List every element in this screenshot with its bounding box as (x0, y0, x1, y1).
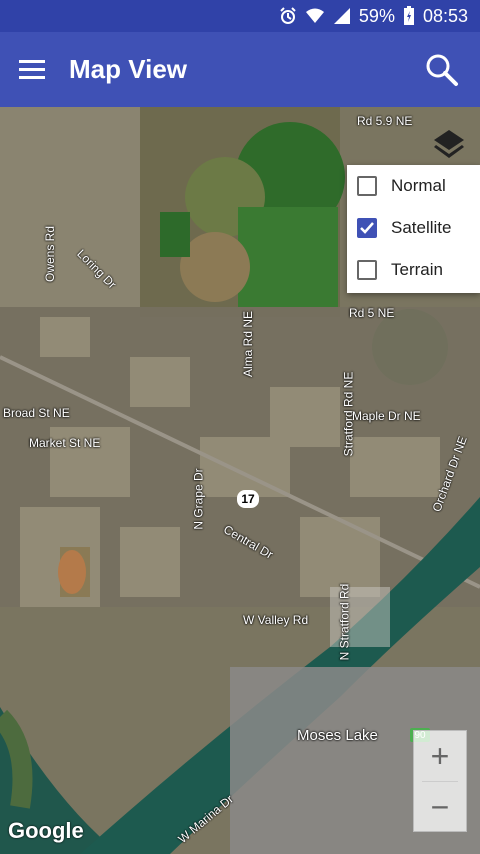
checkbox-normal[interactable] (357, 176, 377, 196)
map-label: Alma Rd NE (241, 310, 256, 378)
checkbox-terrain[interactable] (357, 260, 377, 280)
battery-icon (403, 6, 415, 26)
signal-icon (333, 7, 351, 25)
hamburger-icon (19, 59, 45, 79)
layers-button[interactable] (432, 128, 466, 162)
alarm-icon (279, 7, 297, 25)
checkmark-icon (360, 222, 374, 234)
map-label: Maple Dr NE (352, 409, 421, 423)
map-type-label: Satellite (391, 218, 452, 237)
clock: 08:53 (422, 5, 468, 26)
wifi-icon (305, 7, 325, 25)
zoom-in-button[interactable]: + (414, 731, 466, 781)
menu-button[interactable] (0, 32, 64, 107)
map-label: W Valley Rd (243, 613, 309, 627)
app-bar: Map View (0, 32, 480, 107)
zoom-out-button[interactable]: − (414, 782, 466, 832)
status-bar: 59% 08:53 (0, 0, 480, 32)
page-title: Map View (69, 54, 188, 84)
battery-percent: 59% (358, 5, 395, 26)
search-button[interactable] (422, 50, 462, 90)
map-label: N Stratford Rd (337, 583, 352, 661)
map-type-normal[interactable]: Normal (347, 165, 480, 207)
map-label: N Grape Dr (191, 468, 206, 530)
map-label: Broad St NE (3, 406, 70, 420)
map-type-terrain[interactable]: Terrain (347, 249, 480, 291)
layers-icon (434, 130, 464, 158)
map-type-label: Terrain (391, 260, 443, 279)
map-label: Owens Rd (43, 225, 58, 283)
map-type-menu: Normal Satellite Terrain (347, 165, 480, 293)
search-icon (426, 54, 458, 86)
google-logo[interactable]: Google (8, 818, 84, 844)
map-label: Moses Lake (297, 727, 378, 744)
map-type-label: Normal (391, 176, 446, 195)
checkbox-satellite[interactable] (357, 218, 377, 238)
zoom-controls: + − (413, 730, 467, 832)
map-label: Rd 5 NE (349, 306, 395, 320)
route-17-shield: 17 (237, 490, 259, 508)
map-type-satellite[interactable]: Satellite (347, 207, 480, 249)
map-label: Rd 5.9 NE (357, 114, 413, 128)
map-label: Market St NE (29, 436, 101, 450)
